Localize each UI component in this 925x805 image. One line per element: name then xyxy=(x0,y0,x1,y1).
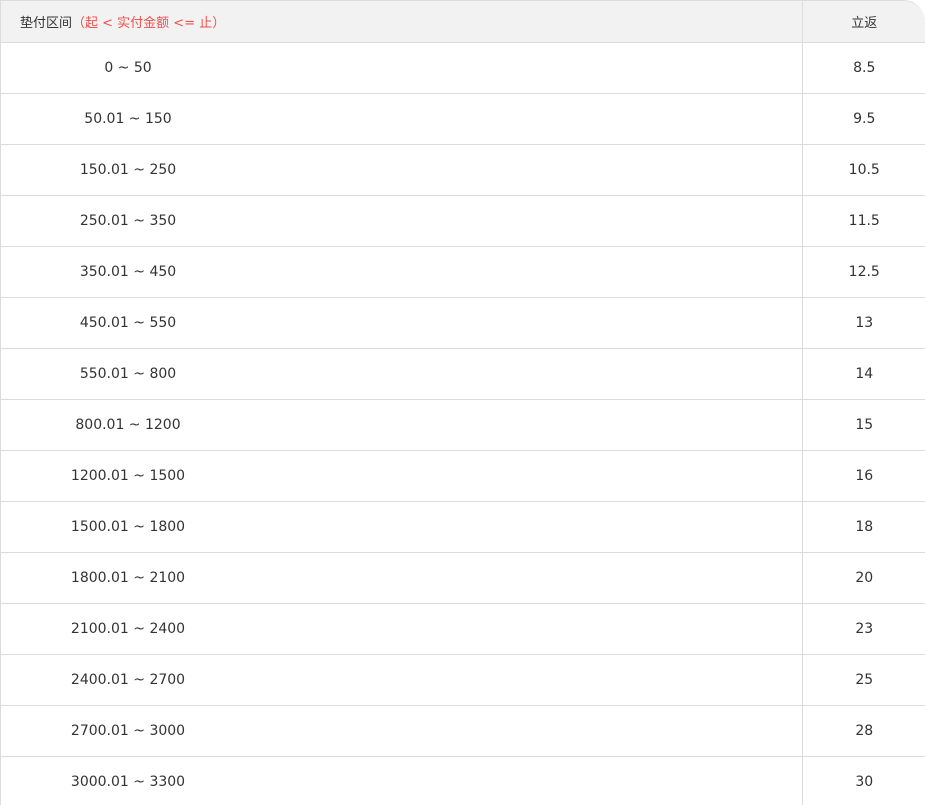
rebate-value: 9.5 xyxy=(802,93,925,145)
rebate-value: 25 xyxy=(802,654,925,706)
range-value: 1500.01 ~ 1800 xyxy=(70,519,186,535)
range-cell: 2100.01 ~ 2400 xyxy=(1,603,803,655)
table-row: 550.01 ~ 800 14 xyxy=(1,348,925,400)
table-row: 1800.01 ~ 2100 20 xyxy=(1,552,925,604)
rebate-value: 23 xyxy=(802,603,925,655)
header-range-label: 垫付区间 xyxy=(20,16,73,31)
table-row: 1500.01 ~ 1800 18 xyxy=(1,501,925,553)
rebate-value: 18 xyxy=(802,501,925,553)
table-row: 250.01 ~ 350 11.5 xyxy=(1,195,925,247)
range-value: 150.01 ~ 250 xyxy=(79,162,177,178)
table-header: 垫付区间（起 < 实付金额 <= 止） 立返 xyxy=(1,1,925,43)
table-row: 450.01 ~ 550 13 xyxy=(1,297,925,349)
rebate-value: 30 xyxy=(802,756,925,805)
range-cell: 2700.01 ~ 3000 xyxy=(1,705,803,757)
range-cell: 1500.01 ~ 1800 xyxy=(1,501,803,553)
header-range-column: 垫付区间（起 < 实付金额 <= 止） xyxy=(1,1,803,43)
range-cell: 150.01 ~ 250 xyxy=(1,144,803,196)
table-row: 2100.01 ~ 2400 23 xyxy=(1,603,925,655)
rebate-value: 28 xyxy=(802,705,925,757)
range-value: 3000.01 ~ 3300 xyxy=(70,774,186,790)
range-value: 1200.01 ~ 1500 xyxy=(70,468,186,484)
range-value: 2100.01 ~ 2400 xyxy=(70,621,186,637)
header-row: 垫付区间（起 < 实付金额 <= 止） 立返 xyxy=(1,1,925,43)
table-row: 3000.01 ~ 3300 30 xyxy=(1,756,925,805)
table-row: 1200.01 ~ 1500 16 xyxy=(1,450,925,502)
range-cell: 1200.01 ~ 1500 xyxy=(1,450,803,502)
rebate-value: 12.5 xyxy=(802,246,925,298)
table-row: 150.01 ~ 250 10.5 xyxy=(1,144,925,196)
range-value: 450.01 ~ 550 xyxy=(79,315,177,331)
rebate-value: 15 xyxy=(802,399,925,451)
rebate-value: 14 xyxy=(802,348,925,400)
rebate-value: 11.5 xyxy=(802,195,925,247)
range-value: 800.01 ~ 1200 xyxy=(75,417,181,433)
range-cell: 550.01 ~ 800 xyxy=(1,348,803,400)
range-cell: 350.01 ~ 450 xyxy=(1,246,803,298)
range-cell: 450.01 ~ 550 xyxy=(1,297,803,349)
table-row: 0 ~ 50 8.5 xyxy=(1,42,925,94)
table-row: 2700.01 ~ 3000 28 xyxy=(1,705,925,757)
rebate-table-container: 垫付区间（起 < 实付金额 <= 止） 立返 0 ~ 50 8.5 50.01 ~ … xyxy=(0,0,925,805)
range-cell: 3000.01 ~ 3300 xyxy=(1,756,803,805)
rebate-table: 垫付区间（起 < 实付金额 <= 止） 立返 0 ~ 50 8.5 50.01 ~ … xyxy=(1,1,925,805)
range-value: 250.01 ~ 350 xyxy=(79,213,177,229)
header-rebate-column: 立返 xyxy=(802,1,925,43)
range-value: 0 ~ 50 xyxy=(104,60,152,76)
rebate-value: 8.5 xyxy=(802,42,925,94)
rebate-value: 16 xyxy=(802,450,925,502)
range-value: 2700.01 ~ 3000 xyxy=(70,723,186,739)
range-cell: 0 ~ 50 xyxy=(1,42,803,94)
range-value: 50.01 ~ 150 xyxy=(84,111,172,127)
range-cell: 250.01 ~ 350 xyxy=(1,195,803,247)
rebate-value: 10.5 xyxy=(802,144,925,196)
table-row: 800.01 ~ 1200 15 xyxy=(1,399,925,451)
header-range-hint: （起 < 实付金额 <= 止） xyxy=(72,16,226,31)
rebate-value: 20 xyxy=(802,552,925,604)
range-value: 1800.01 ~ 2100 xyxy=(70,570,186,586)
table-row: 2400.01 ~ 2700 25 xyxy=(1,654,925,706)
table-row: 50.01 ~ 150 9.5 xyxy=(1,93,925,145)
table-body: 0 ~ 50 8.5 50.01 ~ 150 9.5 150.01 ~ 250 10.5 2… xyxy=(1,42,925,805)
range-value: 2400.01 ~ 2700 xyxy=(70,672,186,688)
range-cell: 1800.01 ~ 2100 xyxy=(1,552,803,604)
range-cell: 50.01 ~ 150 xyxy=(1,93,803,145)
range-value: 550.01 ~ 800 xyxy=(79,366,177,382)
rebate-value: 13 xyxy=(802,297,925,349)
table-row: 350.01 ~ 450 12.5 xyxy=(1,246,925,298)
range-cell: 800.01 ~ 1200 xyxy=(1,399,803,451)
range-value: 350.01 ~ 450 xyxy=(79,264,177,280)
range-cell: 2400.01 ~ 2700 xyxy=(1,654,803,706)
